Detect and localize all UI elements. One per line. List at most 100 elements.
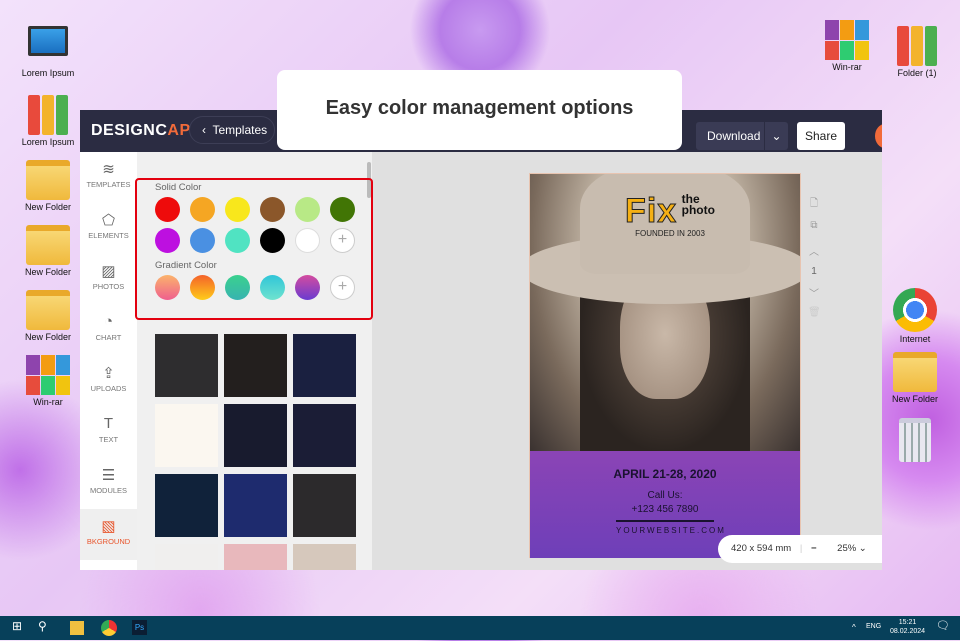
elements-icon: ⬠: [101, 212, 116, 229]
templates-back-button[interactable]: ‹ Templates: [189, 116, 275, 144]
zoom-out-button[interactable]: −: [811, 543, 817, 554]
event-date: APRIL 21-28, 2020: [613, 467, 717, 481]
add-page-icon[interactable]: 🗋: [808, 196, 820, 213]
start-icon[interactable]: ⊞: [12, 619, 22, 637]
poster-canvas[interactable]: Fix the photo FOUNDED IN 2003 APRIL 21-28…: [529, 173, 801, 558]
desktop-icon-win-rar[interactable]: Win-rar: [13, 355, 83, 407]
chrome-icon: [893, 288, 937, 332]
chart-icon: ◔: [103, 313, 114, 330]
sidebar-item-label: UPLOADS: [90, 384, 127, 393]
photos-icon: ▨: [101, 263, 116, 280]
website-text: YOURWEBSITE.COM: [616, 520, 724, 535]
desktop-icon-new-folder[interactable]: New Folder: [13, 225, 83, 277]
feature-callout: Easy color management options: [277, 70, 682, 150]
delete-page-icon[interactable]: 🗑: [808, 307, 821, 318]
gradient-color-swatch[interactable]: [225, 275, 250, 300]
clock[interactable]: 15:21 08.02.2024: [890, 618, 925, 636]
desktop-icon-lorem-ipsum[interactable]: Lorem Ipsum: [13, 26, 83, 78]
share-button[interactable]: Share: [797, 122, 845, 150]
sidebar-item-label: TEXT: [98, 435, 119, 444]
background-pattern-tile[interactable]: [293, 544, 356, 570]
desktop-icon-label: Internet: [899, 334, 931, 344]
desktop-icon-lorem-ipsum[interactable]: Lorem Ipsum: [13, 95, 83, 147]
desktop-icon-label: New Folder: [24, 267, 71, 277]
page-down-icon[interactable]: ﹀: [808, 285, 820, 300]
background-pattern-tile[interactable]: [224, 474, 287, 537]
gradient-color-swatch[interactable]: [295, 275, 320, 300]
photoshop-icon[interactable]: Ps: [132, 620, 147, 635]
tray-expand-icon[interactable]: ^: [852, 623, 856, 641]
folder-icon: [26, 160, 70, 200]
search-icon[interactable]: ⚲: [38, 619, 47, 637]
solid-color-swatch[interactable]: [260, 228, 285, 253]
sidebar-item-label: TEMPLATES: [86, 180, 131, 189]
solid-color-swatch[interactable]: [155, 197, 180, 222]
duplicate-page-icon[interactable]: ⧉: [808, 220, 820, 231]
sidebar-item-photos[interactable]: ▨ PHOTOS: [80, 254, 137, 305]
designcap-logo[interactable]: DESIGNCAP: [91, 122, 191, 140]
desktop-icon-[interactable]: [880, 418, 950, 464]
solid-color-swatch[interactable]: [155, 228, 180, 253]
file-explorer-icon[interactable]: [70, 621, 84, 635]
zoom-bar: 420 x 594 mm | − 25% ⌄: [718, 535, 882, 563]
background-pattern-tile[interactable]: [293, 334, 356, 397]
gradient-color-swatch[interactable]: [155, 275, 180, 300]
desktop-icon-label: Lorem Ipsum: [21, 137, 75, 147]
sidebar-item-text[interactable]: T TEXT: [80, 407, 137, 458]
background-pattern-tile[interactable]: [224, 334, 287, 397]
recycle-bin-icon: [899, 418, 931, 462]
fixthephoto-logo: Fix the photo FOUNDED IN 2003: [625, 192, 715, 239]
solid-color-swatch[interactable]: [190, 197, 215, 222]
gradient-color-swatch[interactable]: [260, 275, 285, 300]
background-pattern-tile[interactable]: [155, 544, 218, 570]
chrome-icon[interactable]: [101, 620, 117, 636]
desktop-icon-label: New Folder: [24, 202, 71, 212]
desktop-icon-new-folder[interactable]: New Folder: [13, 160, 83, 212]
taskbar: ⊞ ⚲ Ps ^ ENG 15:21 08.02.2024 🗨: [0, 616, 960, 640]
download-button[interactable]: Download ⌄: [696, 122, 788, 150]
sidebar-item-label: PHOTOS: [92, 282, 125, 291]
background-pattern-tile[interactable]: [224, 544, 287, 570]
zoom-select[interactable]: 25% ⌄: [837, 543, 867, 554]
page-number: 1: [811, 266, 817, 277]
background-pattern-tile[interactable]: [155, 404, 218, 467]
sidebar-item-modules[interactable]: ☰ MODULES: [80, 458, 137, 509]
uploads-icon: ⇪: [102, 365, 115, 382]
sidebar-item-elements[interactable]: ⬠ ELEMENTS: [80, 203, 137, 254]
background-pattern-tile[interactable]: [293, 404, 356, 467]
solid-color-swatch[interactable]: [295, 228, 320, 253]
sidebar-item-bkground[interactable]: ▧ BKGROUND: [80, 509, 137, 560]
solid-color-swatch[interactable]: [225, 197, 250, 222]
desktop-icon-internet[interactable]: Internet: [880, 288, 950, 344]
winrar-icon: [825, 20, 869, 60]
add-solid-color-button[interactable]: +: [330, 228, 355, 253]
background-pattern-tile[interactable]: [155, 334, 218, 397]
sidebar-item-uploads[interactable]: ⇪ UPLOADS: [80, 356, 137, 407]
solid-color-swatch[interactable]: [225, 228, 250, 253]
avatar[interactable]: [875, 124, 882, 148]
sidebar-item-chart[interactable]: ◔ CHART: [80, 305, 137, 356]
gradient-color-swatch[interactable]: [190, 275, 215, 300]
solid-color-swatch[interactable]: [330, 197, 355, 222]
language-indicator[interactable]: ENG: [866, 623, 881, 641]
download-options-chevron-icon[interactable]: ⌄: [764, 122, 788, 150]
background-pattern-tile[interactable]: [155, 474, 218, 537]
page-up-icon[interactable]: ︿: [808, 243, 820, 258]
solid-color-swatch[interactable]: [260, 197, 285, 222]
bkground-icon: ▧: [101, 518, 116, 535]
sidebar-item-templates[interactable]: ≋ TEMPLATES: [80, 152, 137, 203]
background-pattern-tile[interactable]: [293, 474, 356, 537]
winrar-icon: [26, 355, 70, 395]
binders-icon: [26, 95, 70, 135]
solid-color-swatch[interactable]: [295, 197, 320, 222]
desktop-icon-label: New Folder: [24, 332, 71, 342]
add-gradient-color-button[interactable]: +: [330, 275, 355, 300]
desktop-icon-folder-1-[interactable]: Folder (1): [882, 26, 952, 78]
desktop-icon-new-folder[interactable]: New Folder: [13, 290, 83, 342]
notifications-icon[interactable]: 🗨: [936, 619, 950, 637]
background-pattern-tile[interactable]: [224, 404, 287, 467]
background-panel: Solid Color Gradient Color + +: [135, 152, 373, 570]
desktop-icon-new-folder[interactable]: New Folder: [880, 352, 950, 404]
desktop-icon-win-rar[interactable]: Win-rar: [812, 20, 882, 72]
solid-color-swatch[interactable]: [190, 228, 215, 253]
